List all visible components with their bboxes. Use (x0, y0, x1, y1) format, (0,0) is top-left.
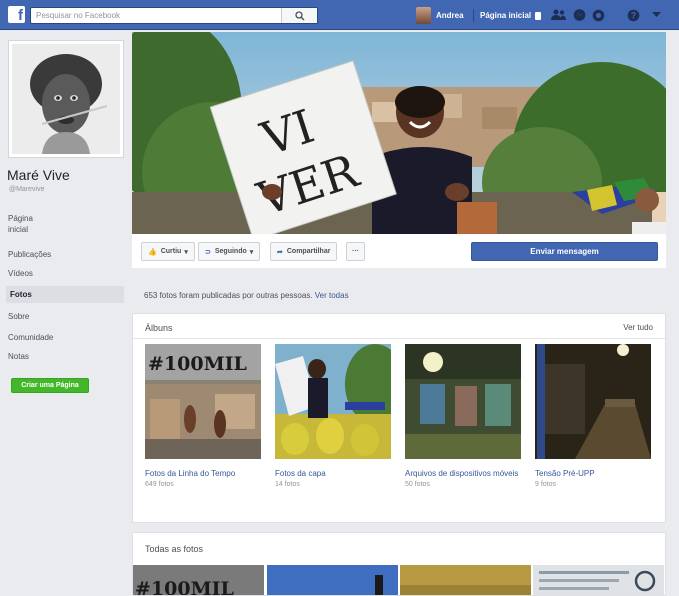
album-thumbnail[interactable] (535, 344, 651, 459)
sidebar-item-label: Sobre (8, 312, 30, 321)
chevron-down-icon: ▾ (184, 248, 188, 256)
share-button[interactable]: ➦ Compartilhar (270, 242, 338, 261)
page-handle[interactable]: @Marevive (9, 186, 45, 193)
follow-button[interactable]: ⊃ Seguindo ▾ (198, 242, 261, 261)
albums-see-all-link[interactable]: Ver tudo (623, 323, 653, 332)
share-label: Compartilhar (286, 248, 331, 255)
album-name[interactable]: Tensão Pré-UPP (535, 469, 651, 479)
sidebar-item-community[interactable]: Comunidade (8, 332, 126, 343)
all-photos-title[interactable]: Todas as fotos (145, 544, 203, 554)
user-avatar (416, 7, 431, 24)
messages-icon[interactable] (571, 7, 587, 23)
photo-overlay-text: #100MIL (135, 578, 234, 596)
notifications-icon[interactable] (590, 7, 606, 23)
search-box (30, 7, 318, 24)
photo-thumbnail[interactable] (400, 565, 531, 595)
album-overlay-text: #100MIL (148, 353, 247, 375)
album-count: 14 fotos (275, 481, 300, 488)
sidebar-item-label: Comunidade (8, 333, 54, 342)
rss-icon: ⊃ (205, 248, 211, 256)
user-name: Andrea (436, 11, 464, 20)
photos-info: 653 fotos foram publicadas por outras pe… (144, 291, 349, 300)
svg-text:?: ? (630, 10, 636, 20)
top-navigation-bar: f Andrea Página inicial ? (0, 0, 679, 30)
share-icon: ➦ (277, 248, 283, 256)
album-item[interactable]: Arquivos de dispositivos móveis 50 fotos (405, 344, 521, 490)
dropdown-icon[interactable] (648, 7, 664, 23)
album-item[interactable]: Fotos da capa 14 fotos (275, 344, 391, 490)
album-count: 50 fotos (405, 481, 430, 488)
sidebar-item-home[interactable]: Página inicial (8, 213, 126, 235)
see-all-photos-link[interactable]: Ver todas (315, 291, 349, 300)
photo-thumbnail[interactable]: #100MIL (133, 565, 264, 596)
friends-icon[interactable] (550, 7, 566, 23)
photos-info-text: 653 fotos foram publicadas por outras pe… (144, 291, 313, 300)
divider (473, 9, 474, 22)
search-icon (294, 10, 304, 20)
home-label: Página inicial (480, 11, 532, 20)
facebook-logo[interactable]: f (8, 6, 25, 23)
search-input[interactable] (31, 8, 281, 23)
album-name[interactable]: Arquivos de dispositivos móveis (405, 469, 521, 479)
sidebar-item-label: Publicações (8, 250, 52, 259)
home-link[interactable]: Página inicial (480, 6, 542, 25)
album-item[interactable]: Tensão Pré-UPP 9 fotos (535, 344, 651, 490)
page-action-bar: 👍 Curtiu ▾ ⊃ Seguindo ▾ ➦ Compartilhar ·… (132, 234, 666, 268)
send-message-button[interactable]: Enviar mensagem (471, 242, 658, 261)
sidebar-item-label: Notas (8, 352, 29, 361)
profile-picture[interactable] (8, 40, 124, 158)
thumbs-up-icon: 👍 (148, 248, 157, 256)
sidebar-item-videos[interactable]: Vídeos (8, 268, 126, 279)
like-label: Curtiu (160, 248, 182, 255)
album-thumbnail[interactable] (275, 344, 391, 459)
follow-label: Seguindo (214, 248, 247, 255)
albums-card: Álbuns Ver tudo #100MIL Fotos da Linha d… (132, 313, 666, 523)
cover-photo[interactable]: VI VER (132, 32, 666, 234)
cover-photo-image: VI VER (132, 32, 666, 234)
album-count: 649 fotos (145, 481, 174, 488)
album-item[interactable]: #100MIL Fotos da Linha do Tempo 649 foto… (145, 344, 261, 490)
album-thumbnail[interactable]: #100MIL (145, 344, 261, 459)
sidebar-item-label: Vídeos (8, 269, 33, 278)
home-badge (535, 11, 542, 20)
user-profile-link[interactable]: Andrea (416, 6, 464, 25)
album-thumbnail[interactable] (405, 344, 521, 459)
chevron-down-icon: ▾ (249, 248, 254, 256)
like-button[interactable]: 👍 Curtiu ▾ (141, 242, 195, 261)
divider (133, 338, 665, 339)
photo-thumbnail[interactable] (533, 565, 664, 595)
more-label: ··· (352, 248, 359, 255)
album-name[interactable]: Fotos da Linha do Tempo (145, 469, 261, 479)
sidebar-item-posts[interactable]: Publicações (8, 249, 126, 260)
photo-thumbnail[interactable] (267, 565, 398, 595)
more-button[interactable]: ··· (346, 242, 365, 261)
sidebar-item-about[interactable]: Sobre (8, 311, 126, 322)
help-icon[interactable]: ? (625, 7, 641, 23)
sidebar-item-notes[interactable]: Notas (8, 351, 126, 362)
create-page-button[interactable]: Criar uma Página (11, 378, 89, 393)
album-count: 9 fotos (535, 481, 557, 488)
sidebar-item-photos[interactable]: Fotos (6, 286, 124, 303)
page-title[interactable]: Maré Vive (7, 167, 70, 183)
search-button[interactable] (281, 8, 317, 23)
albums-title[interactable]: Álbuns (145, 323, 173, 333)
profile-photo-image (12, 44, 120, 154)
sidebar-item-label: Página inicial (8, 214, 33, 234)
album-name[interactable]: Fotos da capa (275, 469, 391, 479)
all-photos-card: Todas as fotos #100MIL (132, 532, 666, 596)
sidebar-item-label: Fotos (10, 290, 32, 299)
